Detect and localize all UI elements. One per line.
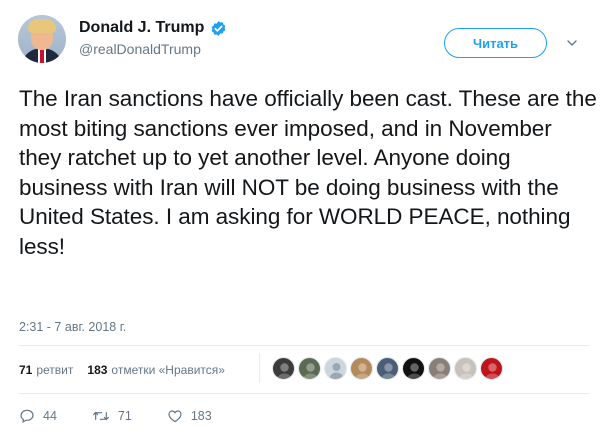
default-avatar-icon[interactable] xyxy=(324,357,347,380)
likes-label: отметки «Нравится» xyxy=(111,363,225,377)
liker-avatar[interactable] xyxy=(402,357,425,380)
tweet-card: Donald J. Trump @realDonaldTrump Читать … xyxy=(0,0,607,443)
heart-icon xyxy=(168,410,182,423)
divider xyxy=(19,345,589,346)
liker-avatar[interactable] xyxy=(298,357,321,380)
tweet-text: The Iran sanctions have officially been … xyxy=(19,86,597,259)
author-handle[interactable]: @realDonaldTrump xyxy=(79,41,201,57)
retweet-button[interactable]: 71 xyxy=(92,408,132,424)
retweet-icon xyxy=(92,411,109,421)
retweets-label: ретвит xyxy=(36,363,74,377)
tweet-timestamp[interactable]: 2:31 - 7 авг. 2018 г. xyxy=(19,320,126,334)
like-button[interactable]: 183 xyxy=(167,408,212,424)
retweets-stat[interactable]: 71 ретвит xyxy=(19,363,73,377)
likes-stat[interactable]: 183 отметки «Нравится» xyxy=(87,363,225,377)
liker-avatar[interactable] xyxy=(350,357,373,380)
liker-avatar[interactable] xyxy=(454,357,477,380)
chevron-down-icon[interactable] xyxy=(566,37,578,49)
reply-icon xyxy=(20,409,34,423)
verified-badge-icon xyxy=(211,20,226,36)
author-name-row[interactable]: Donald J. Trump xyxy=(79,19,227,37)
liker-avatar[interactable] xyxy=(428,357,451,380)
liker-avatar[interactable] xyxy=(272,357,295,380)
follow-button[interactable]: Читать xyxy=(444,28,547,58)
tweet-stats: 71 ретвит 183 отметки «Нравится» xyxy=(19,363,239,377)
liker-avatars xyxy=(272,357,503,380)
like-count: 183 xyxy=(190,409,212,423)
tweet-actions: 44 71 183 xyxy=(19,408,247,424)
retweets-count: 71 xyxy=(19,363,33,377)
reply-count: 44 xyxy=(43,409,57,423)
author-display-name[interactable]: Donald J. Trump xyxy=(79,19,204,37)
retweet-count: 71 xyxy=(117,409,132,423)
likes-count: 183 xyxy=(87,363,108,377)
stats-separator xyxy=(259,353,260,383)
liker-avatar[interactable] xyxy=(480,357,503,380)
reply-button[interactable]: 44 xyxy=(19,408,57,424)
liker-avatar[interactable] xyxy=(376,357,399,380)
author-avatar[interactable] xyxy=(18,15,66,63)
divider xyxy=(19,393,589,394)
